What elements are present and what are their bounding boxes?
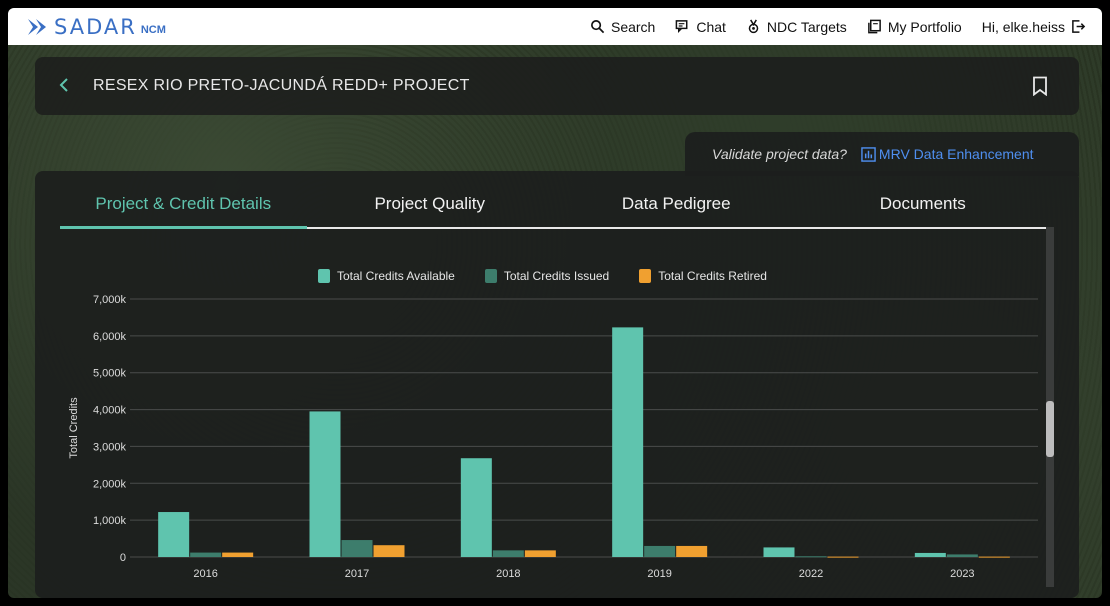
y-tick-label: 6,000k [93, 331, 127, 343]
bar-total-credits-retired-2016[interactable] [222, 552, 254, 557]
logout-icon[interactable] [1071, 19, 1086, 34]
x-tick-label: 2017 [345, 568, 369, 580]
top-navbar: SADAR NCM Search Chat NDC Targets My Por… [8, 8, 1102, 45]
nav-search-label: Search [610, 18, 656, 35]
x-tick-label: 2022 [799, 568, 823, 580]
y-axis-label: Total Credits [68, 397, 80, 459]
y-tick-label: 5,000k [93, 368, 127, 380]
nav-search[interactable]: Search [590, 19, 655, 35]
bar-total-credits-issued-2019[interactable] [644, 545, 676, 557]
brand-name: SADAR [54, 14, 137, 39]
x-tick-label: 2023 [950, 568, 974, 580]
nav-chat[interactable]: Chat [675, 19, 726, 35]
chevron-left-icon [59, 77, 68, 92]
x-tick-label: 2016 [193, 568, 217, 580]
nav-menu: Search Chat NDC Targets My Portfolio Hi,… [590, 19, 1086, 35]
bar-total-credits-retired-2017[interactable] [373, 545, 405, 557]
y-tick-label: 1,000k [93, 515, 127, 527]
medal-icon [748, 19, 759, 34]
bar-total-credits-available-2019[interactable] [612, 327, 644, 557]
nav-portfolio[interactable]: My Portfolio [867, 19, 962, 35]
logo-icon [28, 18, 46, 35]
y-tick-label: 2,000k [93, 478, 127, 490]
project-header: RESEX RIO PRETO-JACUNDÁ REDD+ PROJECT [35, 57, 1079, 115]
bar-chart-icon [861, 146, 876, 162]
bar-total-credits-retired-2019[interactable] [676, 545, 708, 557]
mrv-enhancement-link[interactable]: MRV Data Enhancement [861, 146, 1034, 162]
y-tick-label: 0 [120, 552, 126, 564]
bar-total-credits-retired-2022[interactable] [827, 556, 859, 558]
nav-ndc-label: NDC Targets [766, 18, 847, 35]
y-tick-label: 4,000k [93, 405, 127, 417]
brand-logo[interactable]: SADAR NCM [26, 15, 166, 39]
y-tick-label: 3,000k [93, 441, 127, 453]
bar-total-credits-available-2018[interactable] [460, 458, 492, 557]
portfolio-icon [867, 19, 881, 34]
nav-user[interactable]: Hi, elke.heiss [982, 19, 1086, 35]
bar-total-credits-available-2016[interactable] [158, 512, 190, 557]
mrv-link-label: MRV Data Enhancement [878, 146, 1034, 162]
bar-total-credits-available-2023[interactable] [914, 552, 946, 557]
scrollbar-thumb[interactable] [1046, 401, 1054, 457]
nav-portfolio-label: My Portfolio [887, 18, 962, 35]
bar-total-credits-available-2017[interactable] [309, 411, 341, 557]
search-icon [591, 20, 605, 34]
app-window: SADAR NCM Search Chat NDC Targets My Por… [8, 8, 1102, 598]
chat-icon [676, 20, 688, 33]
x-tick-label: 2019 [647, 568, 671, 580]
validate-question: Validate project data? [712, 146, 847, 162]
bookmark-icon[interactable] [1031, 76, 1049, 96]
bar-total-credits-available-2022[interactable] [763, 547, 795, 557]
bar-total-credits-issued-2016[interactable] [190, 552, 222, 557]
bar-total-credits-issued-2022[interactable] [795, 556, 827, 558]
back-button[interactable] [59, 76, 69, 97]
bar-total-credits-issued-2018[interactable] [492, 550, 524, 557]
bar-total-credits-issued-2017[interactable] [341, 540, 373, 557]
project-title: RESEX RIO PRETO-JACUNDÁ REDD+ PROJECT [93, 77, 470, 94]
brand-sub: NCM [140, 23, 166, 36]
user-greeting: Hi, elke.heiss [981, 18, 1065, 35]
nav-ndc-targets[interactable]: NDC Targets [746, 19, 847, 35]
bar-total-credits-issued-2023[interactable] [946, 554, 978, 557]
validate-panel: Validate project data? MRV Data Enhancem… [685, 132, 1079, 176]
details-card: Project & Credit Details Project Quality… [35, 171, 1079, 598]
x-tick-label: 2018 [496, 568, 520, 580]
nav-chat-label: Chat [696, 18, 726, 35]
y-tick-label: 7,000k [93, 294, 127, 306]
credits-bar-chart: 0 1,000k 2,000k 3,000k 4,000k 5,000k 6,000k 7,0… [68, 294, 1038, 580]
bar-total-credits-retired-2023[interactable] [978, 556, 1010, 558]
bar-total-credits-retired-2018[interactable] [524, 550, 556, 557]
